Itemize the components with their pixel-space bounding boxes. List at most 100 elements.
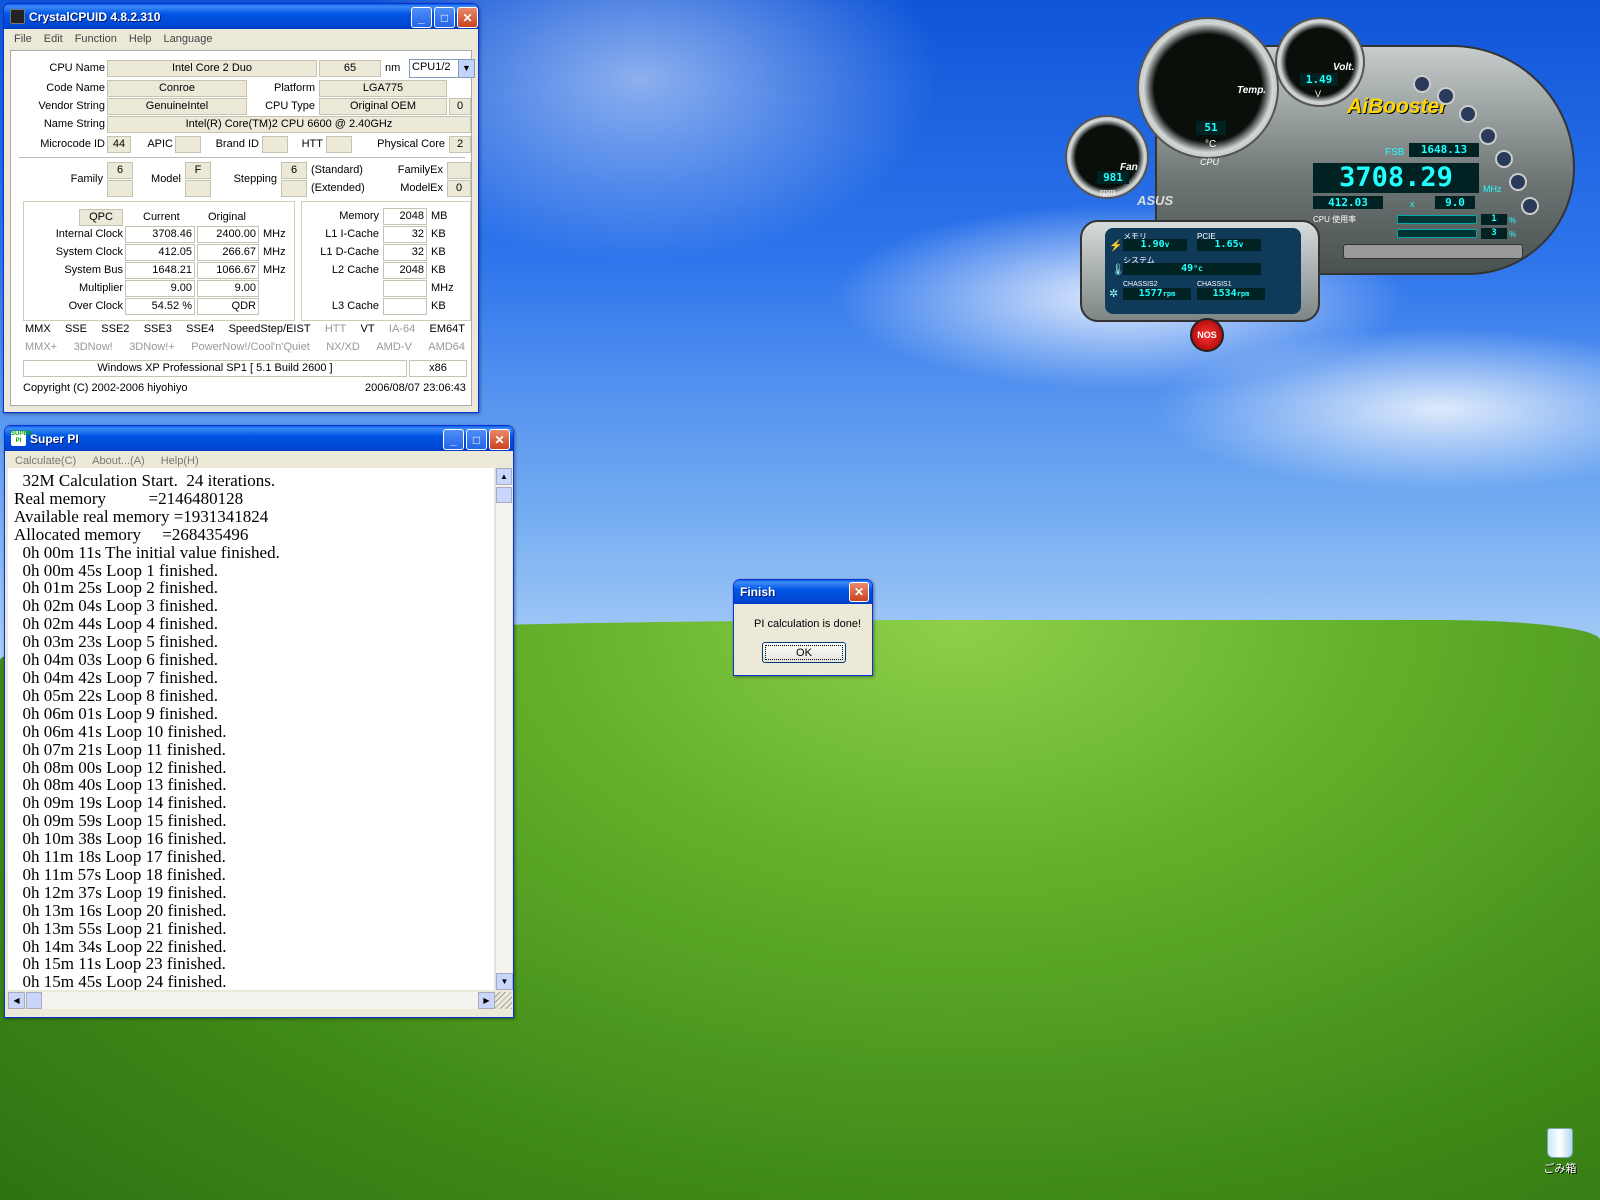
output-line: 0h 00m 45s Loop 1 finished. — [14, 560, 219, 580]
scroll-left-arrow-icon[interactable]: ◀ — [8, 992, 25, 1009]
menu-language[interactable]: Language — [164, 33, 213, 45]
aibooster-toolbar[interactable] — [1343, 244, 1523, 259]
menu-calculate[interactable]: Calculate(C) — [15, 455, 76, 467]
menu-help[interactable]: Help — [129, 33, 152, 45]
output-line: 0h 04m 03s Loop 6 finished. — [14, 650, 219, 670]
maximize-button[interactable]: □ — [434, 7, 455, 28]
finish-dialog: Finish ✕ PI calculation is done! OK — [733, 579, 873, 676]
close-button[interactable]: ✕ — [489, 429, 510, 450]
clock-original-value: 266.67 — [197, 244, 259, 261]
scroll-up-arrow-icon[interactable]: ▲ — [496, 468, 512, 485]
clock-original-value: 2400.00 — [197, 226, 259, 243]
recycle-bin-label: ごみ箱 — [1543, 1163, 1577, 1175]
divider — [19, 157, 465, 158]
vertical-scrollbar[interactable]: ▲ ▼ — [495, 468, 513, 990]
vendor-string-value: GenuineIntel — [107, 98, 247, 115]
recycle-bin[interactable]: ごみ箱 — [1535, 1128, 1585, 1176]
output-line: 0h 00m 11s The initial value finished. — [14, 542, 280, 562]
superpi-window: SUPER PI Super PI _ □ ✕ Calculate(C) Abo… — [4, 425, 514, 1018]
memory-row-value: 2048 — [383, 262, 427, 279]
memory-row-unit: MHz — [431, 282, 454, 294]
output-line: 0h 10m 38s Loop 16 finished. — [14, 829, 227, 849]
ok-button[interactable]: OK — [762, 642, 846, 663]
memory-row-value: 2048 — [383, 208, 427, 225]
feature-flag: HTT — [324, 323, 347, 335]
resize-grip-icon[interactable] — [495, 992, 512, 1009]
cpu-name-label: CPU Name — [49, 62, 105, 74]
superpi-titlebar[interactable]: SUPER PI Super PI — [5, 426, 513, 451]
cpu-usage-bar-2 — [1397, 229, 1477, 238]
minimize-icon[interactable] — [1495, 150, 1513, 168]
process-nm-value: 65 — [319, 60, 381, 77]
physical-core-label: Physical Core — [377, 138, 445, 150]
family-value: 6 — [107, 162, 133, 179]
family-label: Family — [70, 173, 103, 185]
multiplier-value: 9.0 — [1435, 196, 1475, 209]
nos-button[interactable]: NOS — [1190, 318, 1224, 352]
scroll-thumb[interactable] — [496, 487, 512, 503]
menu-file[interactable]: File — [14, 33, 32, 45]
memory-row-value — [383, 280, 427, 297]
temp-unit: °C — [1205, 139, 1217, 150]
menu-about[interactable]: About...(A) — [92, 455, 145, 467]
menu-edit[interactable]: Edit — [44, 33, 63, 45]
extended-label: (Extended) — [311, 182, 365, 194]
brand-id-value — [262, 136, 288, 153]
model-ex-value: 0 — [447, 180, 471, 197]
name-string-value: Intel(R) Core(TM)2 CPU 6600 @ 2.40GHz — [107, 116, 471, 133]
volt-unit: V — [1315, 89, 1322, 99]
feature-flag: SSE2 — [101, 323, 130, 335]
menu-function[interactable]: Function — [75, 33, 117, 45]
close-button[interactable]: ✕ — [849, 582, 869, 602]
feature-flag: SpeedStep/EIST — [228, 323, 311, 335]
model-value: F — [185, 162, 211, 179]
family-ex-value — [447, 162, 471, 179]
cpu-mhz-display: 3708.29 — [1313, 163, 1479, 193]
bolt-icon: ⚡ — [1109, 240, 1123, 252]
h-scroll-thumb[interactable] — [26, 992, 42, 1009]
horizontal-scrollbar[interactable]: ◀ ▶ — [8, 992, 495, 1009]
maximize-button[interactable]: □ — [466, 429, 487, 450]
tools-icon[interactable] — [1437, 87, 1455, 105]
superpi-output-textarea[interactable]: 32M Calculation Start. 24 iterations. Rea… — [8, 468, 494, 990]
scroll-right-arrow-icon[interactable]: ▶ — [478, 992, 495, 1009]
close-icon[interactable] — [1509, 173, 1527, 191]
minimize-button[interactable]: _ — [443, 429, 464, 450]
chassis2-rpm: 1577rpm — [1123, 288, 1191, 300]
feature-flag: SSE — [64, 323, 87, 335]
output-line: 0h 04m 42s Loop 7 finished. — [14, 667, 219, 687]
settings-icon[interactable] — [1459, 105, 1477, 123]
feature-flag: 3DNow!+ — [129, 341, 175, 353]
output-line: 0h 01m 25s Loop 2 finished. — [14, 578, 219, 598]
cpu-usage-label: CPU 使用率 — [1313, 215, 1357, 224]
os-arch-field: x86 — [409, 360, 467, 377]
menu-help[interactable]: Help(H) — [161, 455, 199, 467]
feature-flag: PowerNow!/Cool'n'Quiet — [191, 341, 310, 353]
output-line: 0h 13m 55s Loop 21 finished. — [14, 918, 227, 938]
finish-message: PI calculation is done! — [754, 618, 862, 630]
help-icon[interactable] — [1521, 197, 1539, 215]
percent-2: % — [1509, 230, 1517, 239]
output-line: 0h 07m 21s Loop 11 finished. — [14, 739, 226, 759]
recycle-bin-icon[interactable] — [1547, 1128, 1573, 1158]
clock-row-label: Internal Clock — [55, 228, 123, 240]
output-line: 0h 12m 37s Loop 19 finished. — [14, 882, 227, 902]
nos-small-button[interactable] — [1413, 75, 1431, 93]
output-line: Allocated memory =268435496 — [14, 524, 249, 544]
aibooster-widget: Temp. 51 °C CPU Volt. 1.49 V Fan 981 rpm… — [1065, 15, 1590, 352]
cpu-select-dropdown[interactable]: CPU1/2 ▼ — [409, 59, 475, 78]
feature-flag: AMD-V — [376, 341, 412, 353]
cpu-name-value: Intel Core 2 Duo — [107, 60, 317, 77]
crystalcpuid-titlebar[interactable]: CrystalCPUID 4.8.2.310 — [4, 4, 478, 29]
asus-round-button[interactable] — [1479, 127, 1497, 145]
feature-flag: VT — [360, 323, 375, 335]
scroll-down-arrow-icon[interactable]: ▼ — [496, 973, 513, 990]
memory-row-label: L2 Cache — [331, 264, 379, 276]
clock-original-value: QDR — [197, 298, 259, 315]
finish-title: Finish — [740, 585, 776, 599]
close-button[interactable]: ✕ — [457, 7, 478, 28]
output-line: 0h 08m 00s Loop 12 finished. — [14, 757, 227, 777]
output-line: 0h 09m 19s Loop 14 finished. — [14, 793, 227, 813]
minimize-button[interactable]: _ — [411, 7, 432, 28]
stepping-ext-value — [281, 180, 307, 197]
